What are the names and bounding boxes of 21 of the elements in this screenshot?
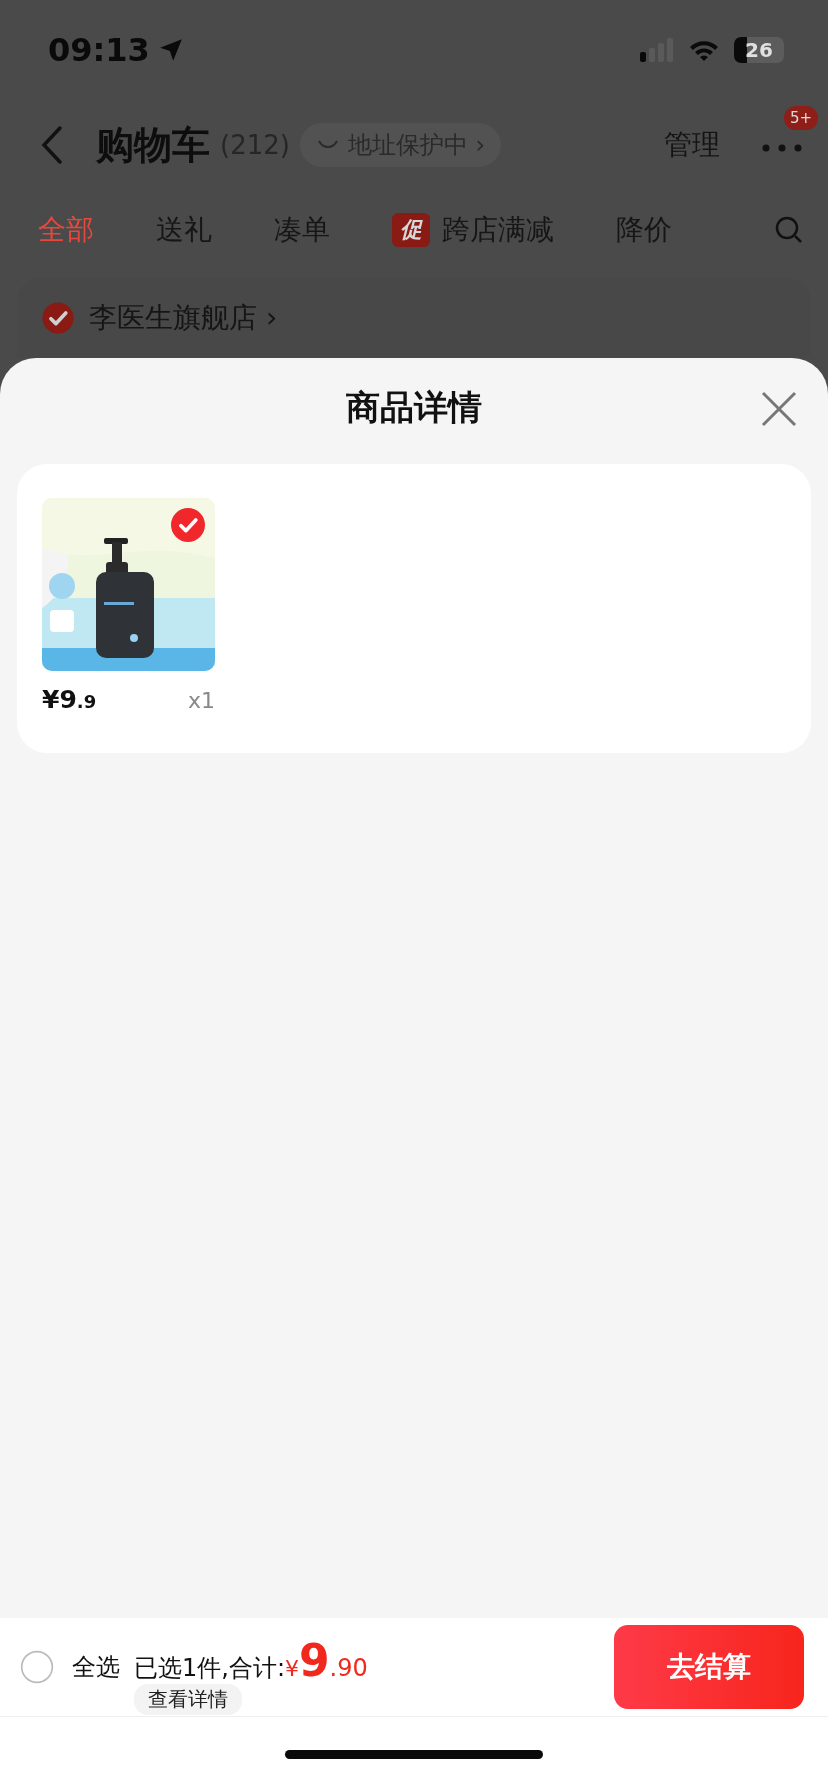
select-all-label[interactable]: 全选 [72,1651,120,1683]
page-title: 购物车 [96,121,210,169]
view-details-button[interactable]: 查看详情 [134,1684,242,1715]
close-icon[interactable] [760,390,798,428]
status-time: 09:13 [48,31,150,69]
sheet-title: 商品详情 [346,386,482,429]
signal-icon [640,38,674,62]
wifi-icon [688,38,720,62]
total-price: ¥9.90 [285,1635,368,1686]
notification-badge: 5+ [783,106,818,130]
promo-tag: 促 [392,213,430,247]
checkout-button[interactable]: 去结算 [614,1625,804,1709]
product-quantity: x1 [187,688,215,713]
selected-check-icon[interactable] [171,508,205,542]
store-checkbox[interactable] [41,301,75,335]
filter-tab[interactable]: 全部 [38,211,94,249]
back-icon[interactable] [40,125,64,165]
selection-summary: 已选1件,合计: [134,1653,285,1684]
select-all-radio[interactable] [20,1650,54,1684]
search-icon[interactable] [774,215,804,245]
product-price: ¥9.9 [42,685,97,714]
